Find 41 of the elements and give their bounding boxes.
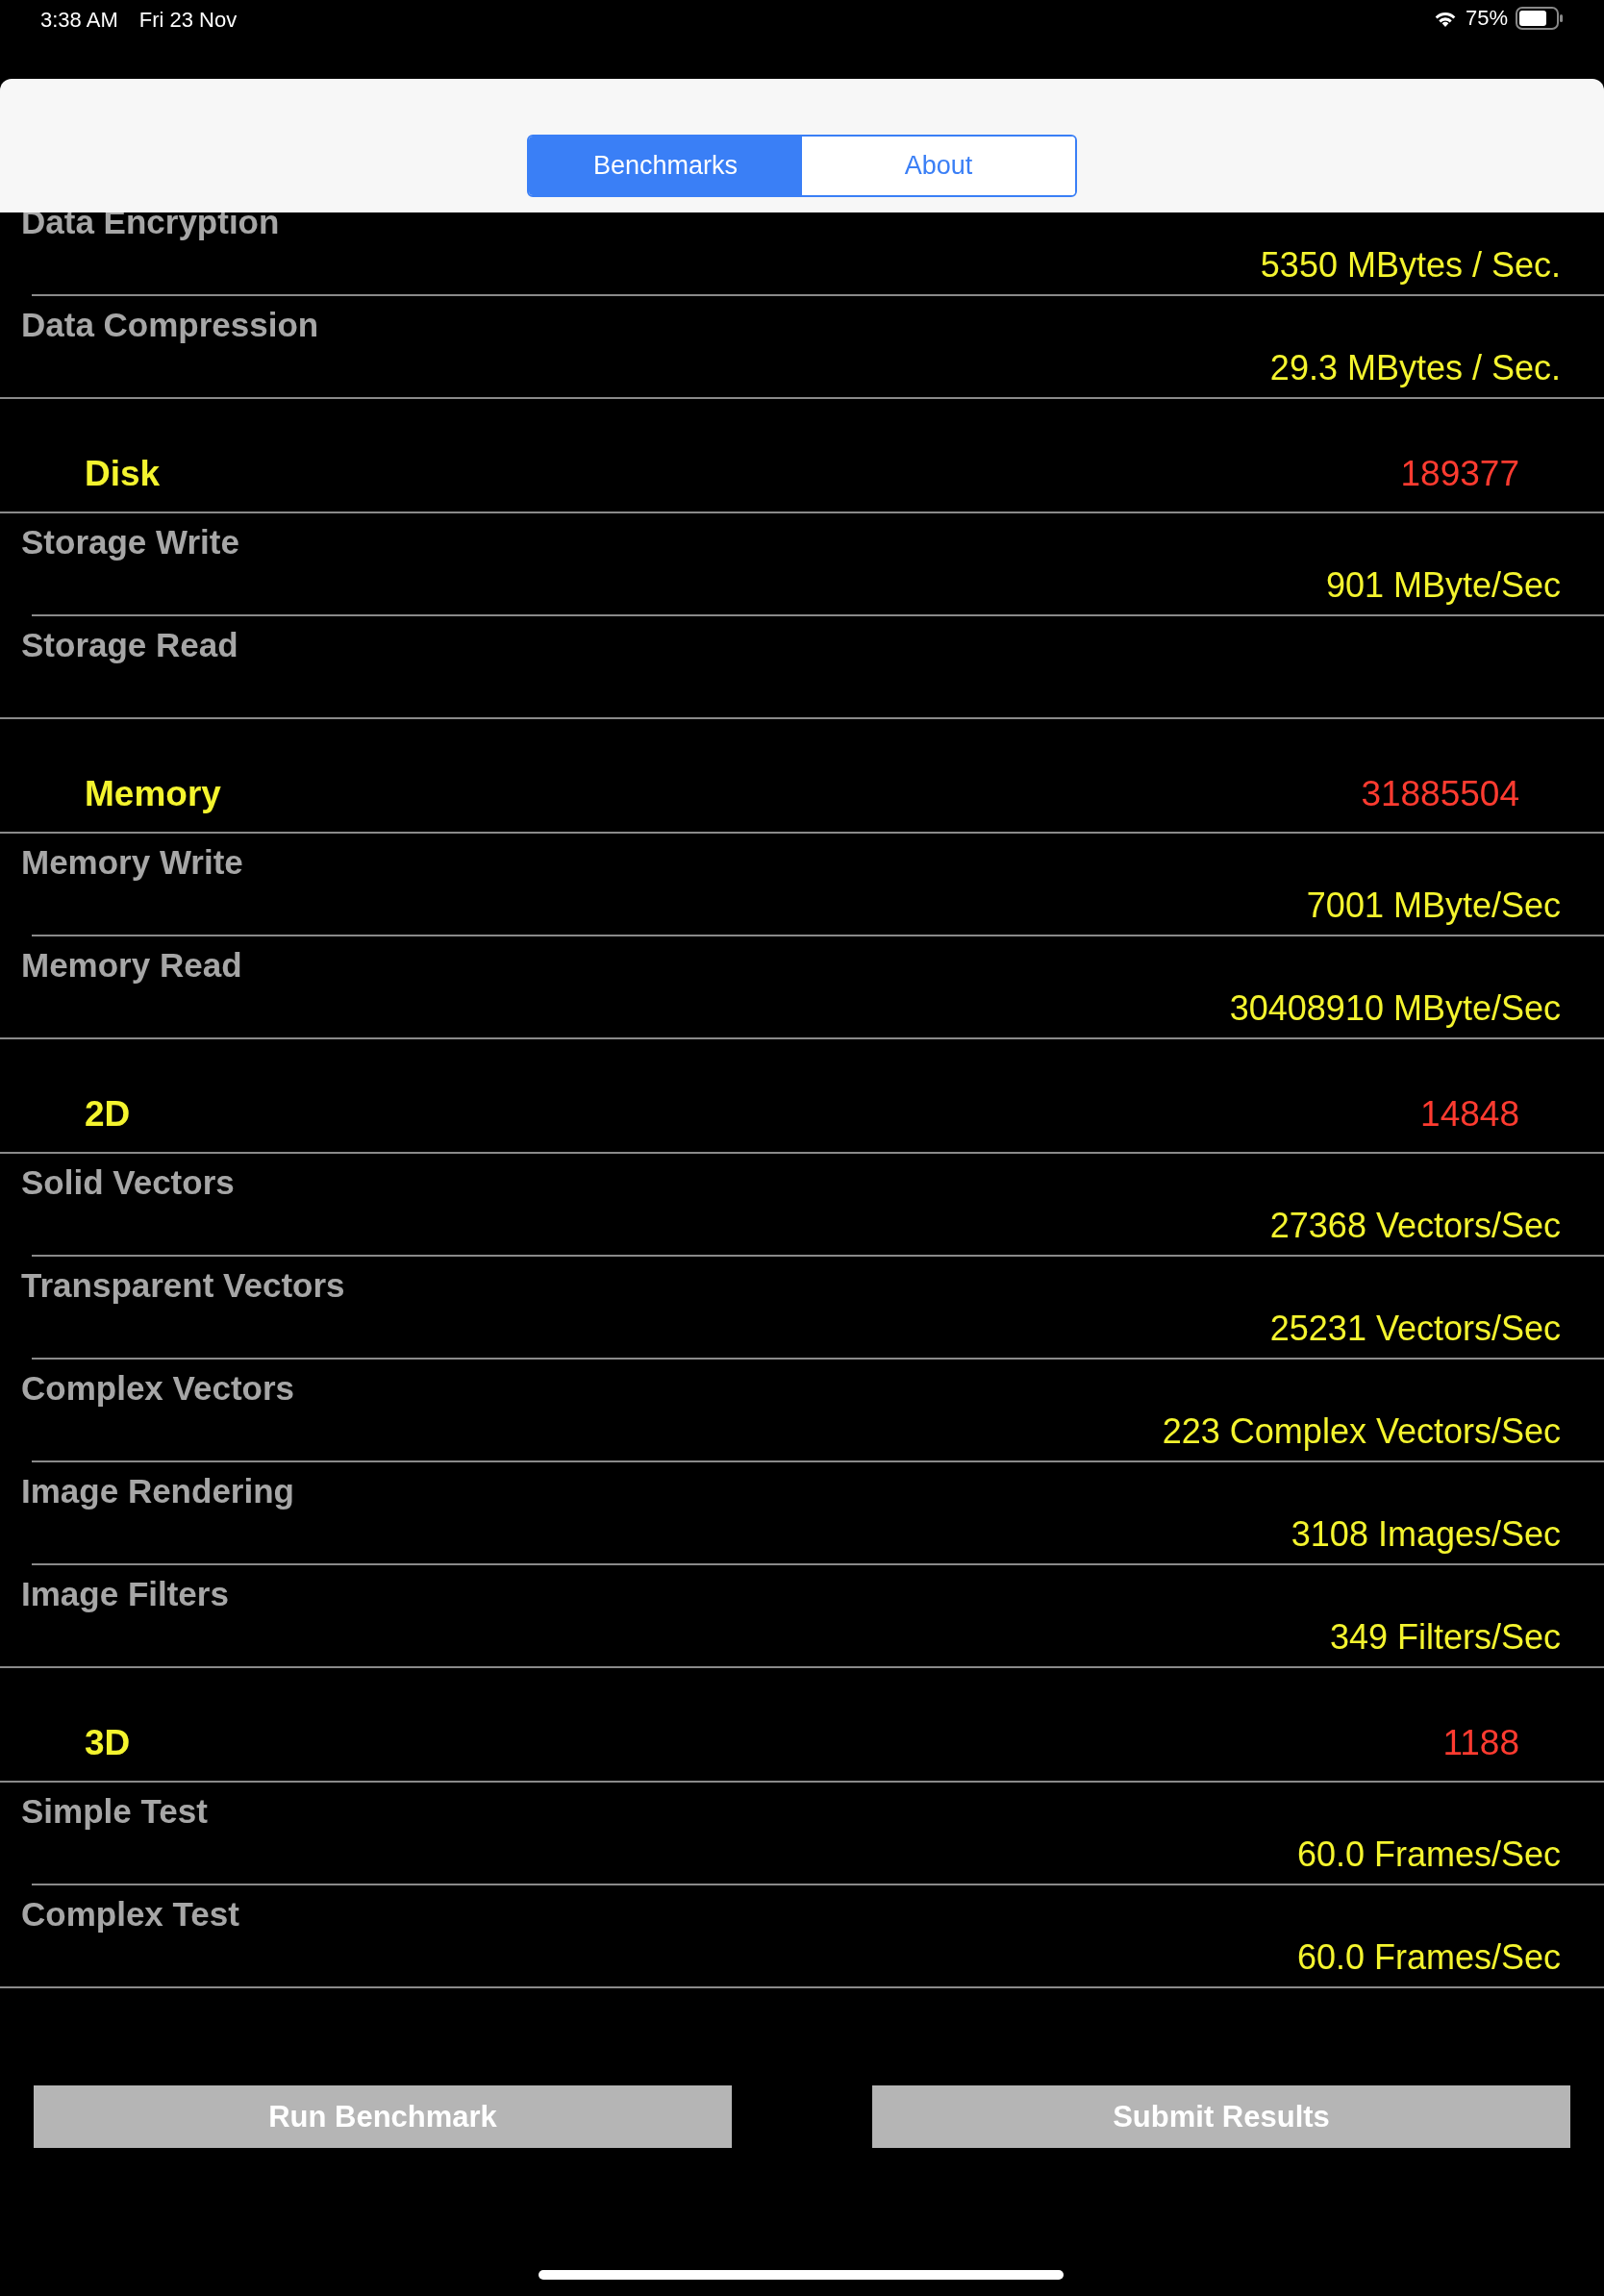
section-score: 189377 <box>1400 453 1519 494</box>
row-label: Image Rendering <box>21 1472 294 1510</box>
row-label: Memory Read <box>21 946 242 984</box>
row-value: 223 Complex Vectors/Sec <box>1162 1411 1561 1451</box>
action-button[interactable]: Run Benchmark <box>34 2085 732 2148</box>
row-label: Transparent Vectors <box>21 1266 345 1304</box>
battery-percent: 75% <box>1465 6 1508 31</box>
section-title: Disk <box>85 453 161 494</box>
row-value: 25231 Vectors/Sec <box>1269 1309 1561 1348</box>
section-score: 14848 <box>1420 1093 1519 1135</box>
status-time: 3:38 AM <box>40 8 118 33</box>
segment-tab[interactable]: Benchmarks <box>529 137 802 195</box>
row-label: Memory Write <box>21 843 243 881</box>
row-label: Storage Write <box>21 523 239 561</box>
row-value: 349 Filters/Sec <box>1329 1617 1561 1657</box>
row-value: 30408910 MByte/Sec <box>1229 988 1561 1028</box>
action-button[interactable]: Submit Results <box>872 2085 1570 2148</box>
row-label: Simple Test <box>21 1792 208 1830</box>
status-date: Fri 23 Nov <box>138 8 238 33</box>
row-label: Image Filters <box>21 1575 229 1612</box>
row-value: 60.0 Frames/Sec <box>1296 1834 1561 1874</box>
row-value: 901 MByte/Sec <box>1325 565 1561 605</box>
battery-icon <box>1516 7 1564 30</box>
row-value: 5350 MBytes / Sec. <box>1260 245 1561 285</box>
row-value: 27368 Vectors/Sec <box>1269 1206 1561 1245</box>
section-title: 3D <box>85 1722 131 1763</box>
row-value: 7001 MByte/Sec <box>1306 886 1561 925</box>
row-value: 29.3 MBytes / Sec. <box>1269 348 1561 387</box>
row-value: 60.0 Frames/Sec <box>1296 1937 1561 1977</box>
row-label: Solid Vectors <box>21 1163 235 1201</box>
section-score: 31885504 <box>1361 773 1519 814</box>
section-title: 2D <box>85 1093 131 1135</box>
section-title: Memory <box>85 773 221 814</box>
row-value: 3108 Images/Sec <box>1291 1514 1561 1554</box>
segment-tab[interactable]: About <box>802 137 1075 195</box>
row-label: Complex Test <box>21 1895 239 1933</box>
row-label: Complex Vectors <box>21 1369 294 1407</box>
section-score: 1188 <box>1442 1722 1519 1763</box>
row-label: Data Encryption <box>21 203 280 240</box>
row-label: Storage Read <box>21 626 238 663</box>
row-label: Data Compression <box>21 306 319 343</box>
